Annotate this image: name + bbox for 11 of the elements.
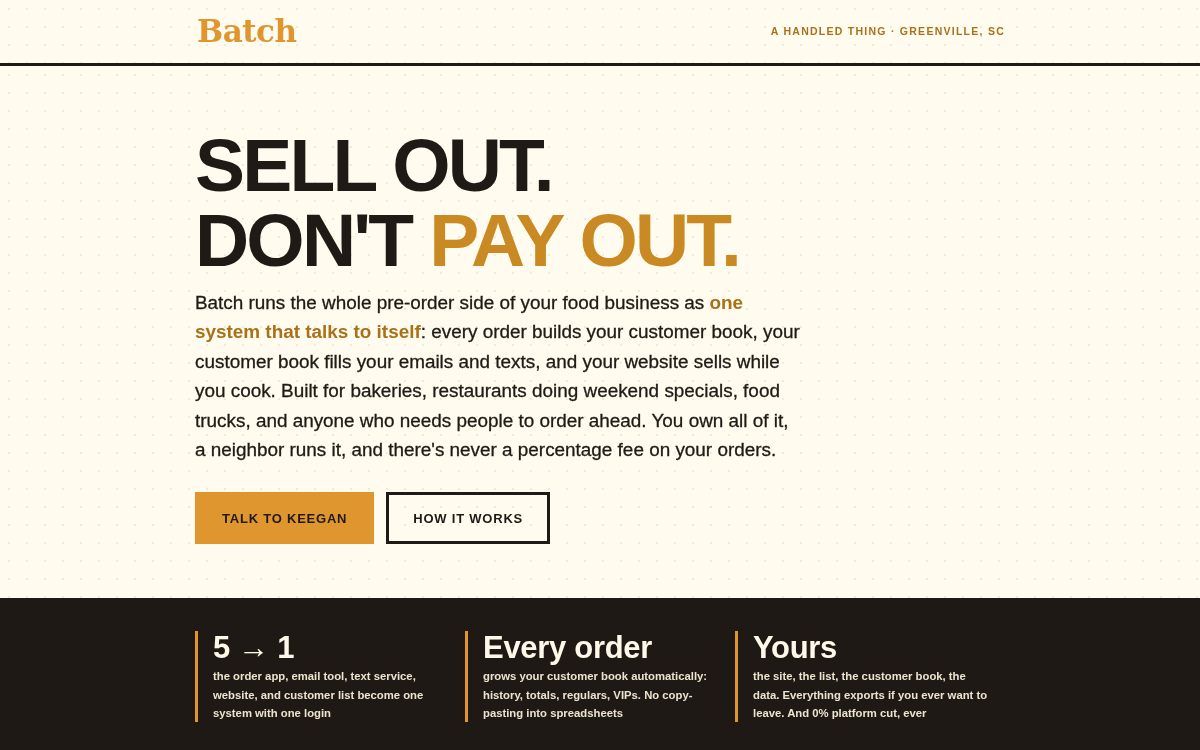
primary-button[interactable]: TALK TO KEEGAN <box>195 492 375 545</box>
stat-title: Yours <box>753 631 839 666</box>
stat-description: grows your customer book automatically: history, totals, regulars, VIPs. No copy-pasting into spreadsheets <box>483 669 709 722</box>
hero-description: Batch runs the whole pre-order side of your food business as one system that talks to itself: every order builds your customer book, your customer book fills your emails and texts, and your website sells while you cook. Built for bakeries, restaurants doing weekend specials, food trucks, and anyone who needs people to order ahead. You own all of it, a neighbor runs it, and there's never a percentage fee on your orders. <box>195 291 801 463</box>
outline-button[interactable]: HOW IT WORKS <box>386 492 551 545</box>
stat-description: the site, the list, the customer book, the data. Everything exports if you ever want to leave. And 0% platform cut, ever <box>753 669 989 722</box>
stat-title: Every order <box>483 631 654 666</box>
stat-description: the order app, email tool, text service, website, and customer list become one system with one login <box>213 669 425 722</box>
stat-title: 5 → 1 <box>213 631 296 666</box>
tagline: A HANDLED THING · GREENVILLE, SC <box>770 23 1005 39</box>
hero-headline: SELL OUT. DON'T PAY OUT. <box>195 128 741 278</box>
